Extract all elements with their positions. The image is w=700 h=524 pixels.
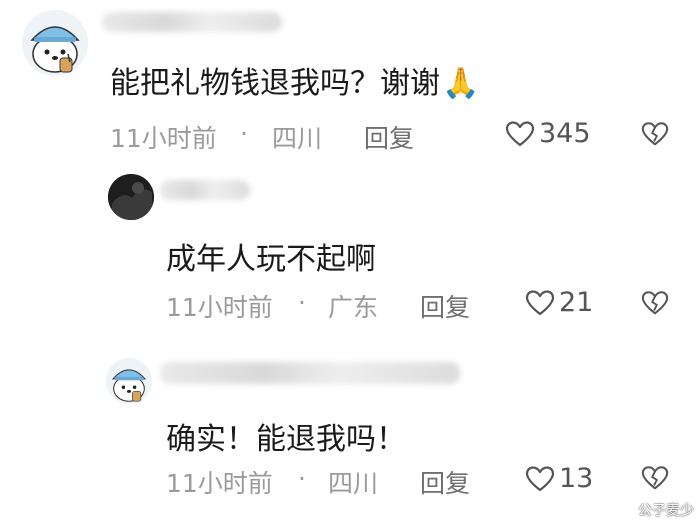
bear-avatar-icon [22,10,88,76]
reply-button[interactable]: 回复 [364,119,414,155]
comment-location: 四川 [272,124,323,153]
heart-icon [525,465,555,491]
reply-button[interactable]: 回复 [420,288,470,324]
pray-emoji-icon: 🙏 [442,66,480,101]
comment-text: 成年人玩不起啊 [166,242,376,277]
watermark: 公子麦少 [614,500,694,520]
user-avatar[interactable] [106,358,152,404]
dislike-button[interactable] [641,464,669,496]
username-blurred[interactable] [102,12,282,32]
weibo-logo-icon [614,503,633,518]
reply-comment-item: 成年人玩不起啊 11小时前 · 广东 回复 21 [0,170,700,340]
bear-avatar-icon [106,358,152,404]
separator-dot: · [298,288,306,317]
comment-time: 11小时前 [110,124,217,153]
comment-text: 确实！能退我吗！ [166,422,406,457]
like-count: 13 [559,463,594,494]
like-button[interactable]: 21 [525,287,593,318]
comment-time: 11小时前 [166,293,273,322]
username-blurred[interactable] [160,180,250,200]
user-avatar[interactable] [108,174,154,220]
comment-item: 能把礼物钱退我吗？谢谢🙏 11小时前 · 四川 回复 345 [0,0,700,170]
comment-location: 四川 [328,469,379,498]
broken-heart-icon [641,291,669,315]
username-blurred[interactable] [160,362,460,384]
user-avatar[interactable] [22,10,88,76]
watermark-text: 公子麦少 [638,503,694,519]
like-button[interactable]: 345 [505,118,591,149]
comment-location: 广东 [328,293,379,322]
broken-heart-icon [641,466,669,490]
reply-comment-item: 确实！能退我吗！ 11小时前 · 四川 回复 13 [0,340,700,524]
like-count: 21 [559,287,594,318]
dislike-button[interactable] [641,120,669,152]
dislike-button[interactable] [641,289,669,321]
separator-dot: · [298,464,306,493]
like-count: 345 [539,118,591,149]
separator-dot: · [240,119,248,148]
reply-button[interactable]: 回复 [420,464,470,500]
like-button[interactable]: 13 [525,463,593,494]
broken-heart-icon [641,122,669,146]
comment-list: 能把礼物钱退我吗？谢谢🙏 11小时前 · 四川 回复 345 成年人玩不起啊 1… [0,0,700,524]
comment-time: 11小时前 [166,469,273,498]
dark-avatar-icon [108,174,154,220]
heart-icon [525,289,555,315]
comment-text: 能把礼物钱退我吗？谢谢🙏 [110,66,480,101]
heart-icon [505,120,535,146]
